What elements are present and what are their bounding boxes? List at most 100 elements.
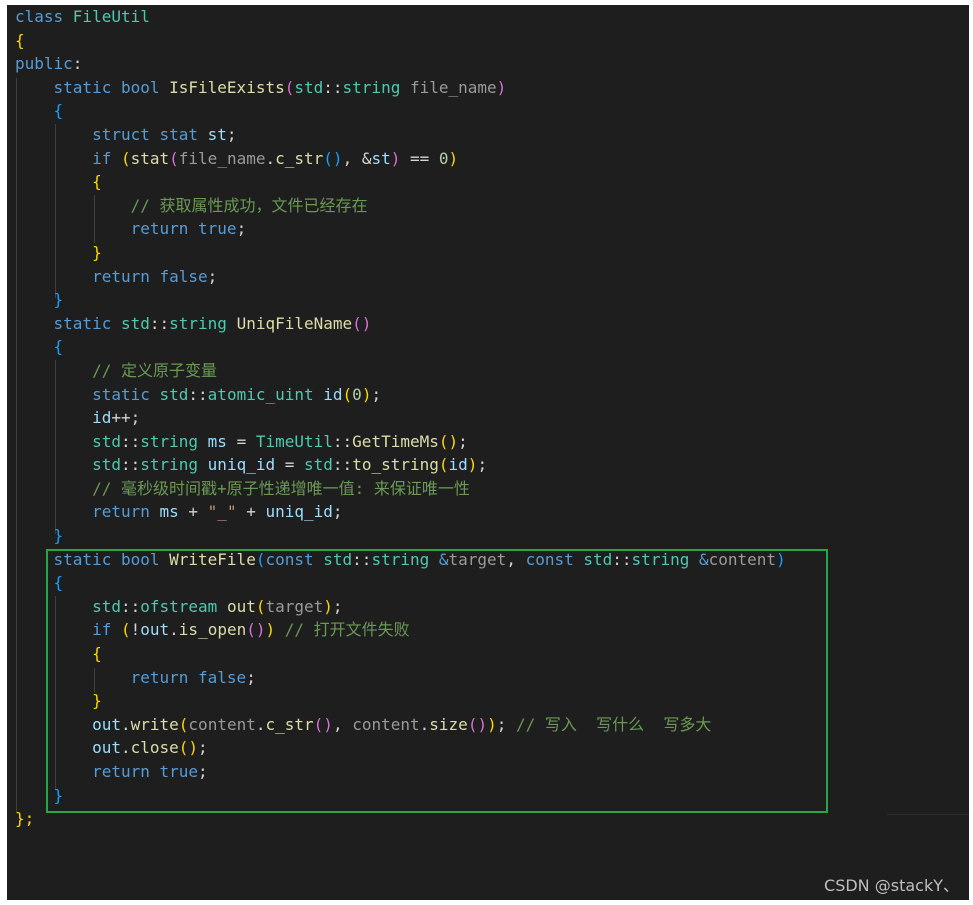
code-line[interactable]: { [15, 335, 786, 359]
code-token: TimeUtil [255, 431, 333, 451]
code-token: ) [390, 148, 401, 168]
code-line[interactable]: } [15, 241, 786, 265]
code-token: : [72, 54, 83, 74]
code-token: () [352, 313, 372, 333]
code-token: :: [120, 431, 141, 451]
code-token: = [226, 431, 256, 451]
code-token: . [265, 148, 276, 168]
code-line[interactable]: // 获取属性成功，文件已经存在 [15, 194, 786, 218]
code-line[interactable]: public: [15, 52, 786, 76]
code-line[interactable]: } [15, 288, 786, 312]
code-token: { [15, 172, 102, 192]
code-token: = [275, 455, 305, 475]
code-line[interactable]: return true; [15, 217, 786, 241]
code-token: std [159, 384, 189, 404]
code-line[interactable]: static std::string UniqFileName() [15, 312, 786, 336]
code-token: :: [332, 455, 353, 475]
code-token: static [15, 384, 160, 404]
code-token: ms [207, 431, 227, 451]
code-token: return true [15, 219, 237, 239]
code-token: 0 [438, 148, 449, 168]
code-token: ) [467, 455, 478, 475]
code-token: // 毫秒级时间戳+原子性递增唯一值: 来保证唯一性 [15, 478, 470, 498]
code-token: ; [236, 219, 247, 239]
code-token: stat [130, 148, 170, 168]
code-line[interactable]: // 毫秒级时间戳+原子性递增唯一值: 来保证唯一性 [15, 477, 786, 501]
code-line[interactable]: static std::atomic_uint id(0); [15, 383, 786, 407]
code-line[interactable]: { [15, 99, 786, 123]
code-token: file_name [178, 148, 266, 168]
code-token: file_name [400, 77, 497, 97]
code-token: return [15, 502, 160, 522]
code-line[interactable]: return ms + "_" + uniq_id; [15, 500, 786, 524]
code-token: UniqFileName [236, 313, 353, 333]
code-token: ( [342, 384, 353, 404]
code-token: id [92, 408, 112, 428]
code-line[interactable]: std::string uniq_id = std::to_string(id)… [15, 453, 786, 477]
code-token: :: [188, 384, 208, 404]
code-token: // 获取属性成功，文件已经存在 [15, 195, 368, 215]
code-token: return false [15, 266, 208, 286]
code-token: ( [438, 455, 449, 475]
code-token: ; [207, 266, 218, 286]
code-token: uniq_id [207, 455, 276, 475]
code-token: ms [159, 502, 179, 522]
divider [887, 814, 969, 815]
code-token: string [140, 431, 208, 451]
code-token: "_" [207, 502, 237, 522]
code-token: string [169, 313, 237, 333]
code-token: std [304, 455, 333, 475]
code-token: ++; [111, 408, 141, 428]
code-token: std [92, 455, 121, 475]
code-token: :: [120, 455, 141, 475]
code-line[interactable]: return false; [15, 265, 786, 289]
code-token: () [323, 148, 343, 168]
code-line[interactable]: class FileUtil [15, 5, 786, 29]
code-line[interactable]: id++; [15, 406, 786, 430]
code-token: struct stat [15, 124, 208, 144]
code-token: ( [284, 77, 295, 97]
code-token: }; [15, 809, 35, 829]
code-token: std [120, 313, 150, 333]
code-token: std [92, 431, 121, 451]
code-token: id [448, 455, 468, 475]
code-line[interactable]: if (stat(file_name.c_str(), &st) == 0) [15, 147, 786, 171]
code-token: ; [371, 384, 382, 404]
code-token: , & [342, 148, 372, 168]
code-token: == [400, 148, 439, 168]
code-token: ( [120, 148, 131, 168]
code-editor[interactable]: class FileUtil{public: static bool IsFil… [7, 5, 969, 900]
code-token: IsFileExists [169, 77, 285, 97]
code-line[interactable]: { [15, 170, 786, 194]
code-line[interactable]: { [15, 29, 786, 53]
code-token: FileUtil [72, 7, 150, 26]
code-token: std [294, 77, 324, 97]
highlight-box-writefile [46, 549, 828, 813]
code-token: GetTimeMs [352, 431, 439, 451]
code-token: ; [477, 455, 488, 475]
code-token: ; [226, 124, 237, 144]
code-token: atomic_uint [207, 384, 324, 404]
code-token: :: [323, 77, 343, 97]
code-token: :: [332, 431, 353, 451]
code-token: } [15, 526, 64, 546]
code-token: to_string [352, 455, 439, 475]
code-token: st [207, 124, 227, 144]
code-token: public [15, 54, 73, 74]
code-token: 0 [352, 384, 362, 404]
code-token: + [236, 502, 266, 522]
code-line[interactable]: } [15, 524, 786, 548]
code-line[interactable]: // 定义原子变量 [15, 359, 786, 383]
code-token: } [15, 242, 102, 262]
code-token: + [178, 502, 208, 522]
code-line[interactable]: std::string ms = TimeUtil::GetTimeMs(); [15, 430, 786, 454]
code-token: ) [496, 77, 507, 97]
code-token: static [15, 313, 121, 333]
code-line[interactable]: static bool IsFileExists(std::string fil… [15, 76, 786, 100]
code-line[interactable]: struct stat st; [15, 123, 786, 147]
code-token: if [15, 148, 121, 168]
code-token: ) [361, 384, 372, 404]
